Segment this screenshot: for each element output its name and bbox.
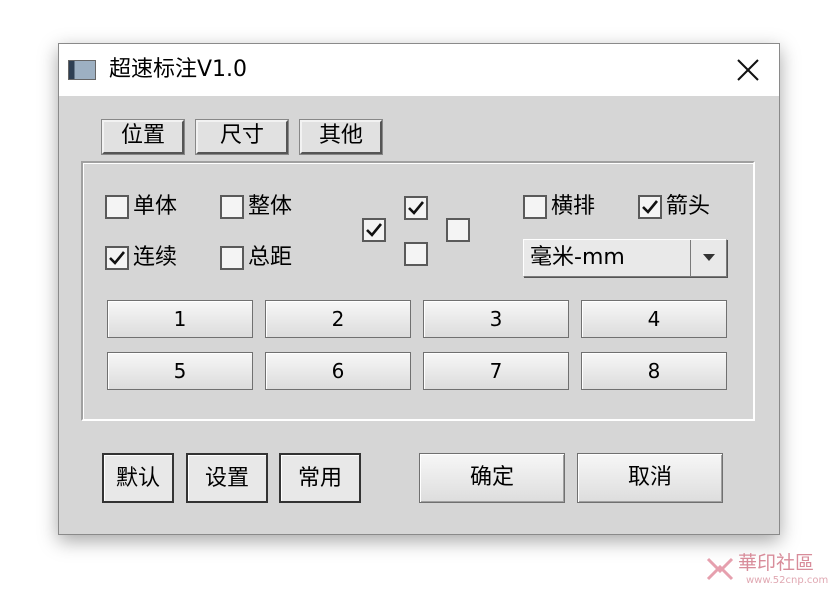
checkbox-arrow-label: 箭头: [666, 194, 711, 219]
settings-button[interactable]: 设置: [186, 453, 268, 503]
checkbox-continuous-box[interactable]: [105, 246, 129, 270]
common-button[interactable]: 常用: [279, 453, 361, 503]
checkmark-icon: [109, 251, 126, 265]
default-button[interactable]: 默认: [102, 453, 174, 503]
number-button-2[interactable]: 2: [265, 300, 411, 338]
tab-position[interactable]: 位置: [101, 119, 185, 155]
unit-select-arrow[interactable]: [690, 240, 726, 276]
position-bottom[interactable]: [404, 242, 428, 266]
watermark-logo-icon: [706, 557, 734, 581]
checkbox-total-distance-label: 总距: [248, 245, 293, 270]
number-button-1[interactable]: 1: [107, 300, 253, 338]
checkbox-horizontal-box[interactable]: [523, 195, 547, 219]
checkbox-continuous-label: 连续: [133, 245, 178, 270]
close-icon: [737, 59, 759, 81]
chevron-down-icon: [702, 254, 715, 261]
checkbox-horizontal-label: 横排: [551, 194, 596, 219]
title-bar[interactable]: 超速标注V1.0: [59, 44, 779, 96]
position-left-box[interactable]: [362, 218, 386, 242]
number-button-3[interactable]: 3: [423, 300, 569, 338]
checkmark-icon: [408, 201, 425, 215]
cancel-button[interactable]: 取消: [577, 453, 723, 503]
checkmark-icon: [366, 223, 383, 237]
position-bottom-box[interactable]: [404, 242, 428, 266]
checkbox-single[interactable]: 单体: [105, 193, 177, 221]
checkbox-horizontal[interactable]: 横排: [523, 193, 595, 221]
checkbox-arrow[interactable]: 箭头: [638, 193, 710, 221]
tab-other[interactable]: 其他: [299, 119, 383, 155]
watermark-url: www.52cnp.com: [746, 575, 829, 586]
close-button[interactable]: [725, 52, 771, 88]
position-top[interactable]: [404, 196, 428, 220]
number-button-6[interactable]: 6: [265, 352, 411, 390]
checkbox-total-distance[interactable]: 总距: [220, 244, 292, 272]
tab-size[interactable]: 尺寸: [195, 119, 289, 155]
position-top-box[interactable]: [404, 196, 428, 220]
unit-select[interactable]: 毫米-mm: [523, 239, 727, 277]
watermark-text: 華印社區: [738, 552, 815, 574]
number-button-8[interactable]: 8: [581, 352, 727, 390]
number-button-4[interactable]: 4: [581, 300, 727, 338]
position-right-box[interactable]: [446, 218, 470, 242]
position-right[interactable]: [446, 218, 470, 242]
app-icon: [68, 60, 96, 80]
position-left[interactable]: [362, 218, 386, 242]
window-title: 超速标注V1.0: [109, 57, 248, 82]
checkbox-single-label: 单体: [133, 194, 178, 219]
number-button-5[interactable]: 5: [107, 352, 253, 390]
checkmark-icon: [642, 200, 659, 214]
checkbox-total-distance-box[interactable]: [220, 246, 244, 270]
main-window: 超速标注V1.0 位置 尺寸 其他 单体 整体 连续 总距 横排 箭头 毫米-m…: [58, 43, 780, 535]
checkbox-arrow-box[interactable]: [638, 195, 662, 219]
checkbox-whole-label: 整体: [248, 194, 293, 219]
checkbox-whole-box[interactable]: [220, 195, 244, 219]
unit-select-value: 毫米-mm: [530, 245, 625, 270]
number-button-7[interactable]: 7: [423, 352, 569, 390]
ok-button[interactable]: 确定: [419, 453, 565, 503]
checkbox-single-box[interactable]: [105, 195, 129, 219]
checkbox-continuous[interactable]: 连续: [105, 244, 177, 272]
checkbox-whole[interactable]: 整体: [220, 193, 292, 221]
